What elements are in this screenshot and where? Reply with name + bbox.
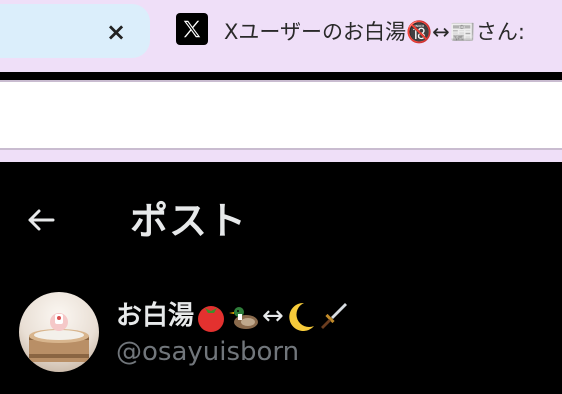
duck-icon	[228, 300, 262, 334]
browser-tab-active[interactable]: Xユーザーのお白湯🔞↔📰さん:	[158, 0, 562, 72]
wooden-tub-icon	[29, 313, 89, 362]
browser-tab-inactive[interactable]: ×	[0, 4, 150, 58]
author-display-name[interactable]: お白湯 ↔	[116, 295, 348, 334]
tab-close-button[interactable]: ×	[102, 18, 130, 46]
browser-tabstrip: × Xユーザーのお白湯🔞↔📰さん:	[0, 0, 562, 72]
tomato-icon	[194, 300, 228, 334]
author-handle[interactable]: @osayuisborn	[116, 337, 299, 367]
post-page: ポスト お白湯 ↔ @osayuisborn	[0, 162, 562, 394]
address-bar[interactable]	[0, 82, 562, 148]
page-title: ポスト	[130, 199, 248, 243]
display-name-arrow: ↔	[262, 301, 284, 331]
tab-title: Xユーザーのお白湯🔞↔📰さん:	[224, 20, 525, 44]
x-logo-icon	[176, 13, 208, 45]
avatar[interactable]	[19, 292, 99, 372]
back-arrow-icon	[28, 209, 55, 231]
back-button[interactable]	[18, 198, 62, 242]
display-name-text: お白湯	[116, 301, 195, 331]
crescent-moon-icon	[284, 300, 316, 334]
close-icon: ×	[105, 18, 127, 46]
browser-chrome-band	[0, 150, 562, 162]
dagger-icon	[316, 300, 348, 334]
